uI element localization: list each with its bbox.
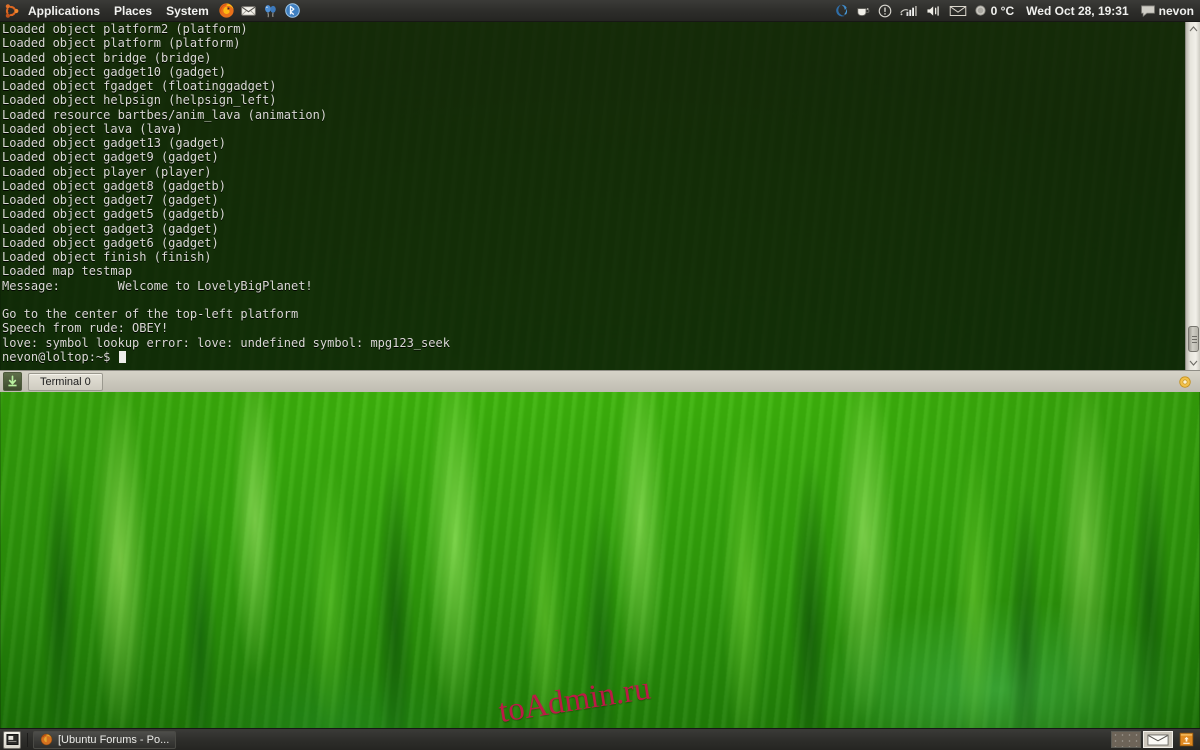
terminal-line: Loaded object gadget10 (gadget) (2, 65, 450, 79)
workspace-1[interactable] (1111, 731, 1141, 748)
wifi-signal-icon[interactable] (896, 0, 922, 22)
terminal-prompt-line: nevon@loltop:~$ (2, 350, 450, 364)
blue-b-icon[interactable] (282, 0, 304, 22)
terminal-line: Loaded object platform2 (platform) (2, 22, 450, 36)
terminal-line: Loaded object gadget7 (gadget) (2, 193, 450, 207)
ubuntu-logo-icon[interactable] (0, 0, 21, 22)
user-name-label[interactable]: nevon (1159, 4, 1200, 18)
menu-applications[interactable]: Applications (21, 0, 107, 22)
terminal-line: Go to the center of the top-left platfor… (2, 307, 450, 321)
terminal-line: Loaded object gadget13 (gadget) (2, 136, 450, 150)
window-button-firefox[interactable]: [Ubuntu Forums - Po... (33, 731, 176, 749)
terminal-line: Loaded object lava (lava) (2, 122, 450, 136)
terminal-line: Loaded resource bartbes/anim_lava (anima… (2, 108, 450, 122)
alert-circle-icon[interactable] (874, 0, 896, 22)
menu-places[interactable]: Places (107, 0, 159, 22)
chevron-up-icon[interactable] (1186, 22, 1200, 36)
terminal-line: Message: Welcome to LovelyBigPlanet! (2, 279, 450, 293)
terminal-line: love: symbol lookup error: love: undefin… (2, 336, 450, 350)
terminal-prompt: nevon@loltop:~$ (2, 350, 118, 364)
terminal-line: Loaded map testmap (2, 264, 450, 278)
terminal-line: Loaded object gadget6 (gadget) (2, 236, 450, 250)
terminal-line: Loaded object gadget8 (gadgetb) (2, 179, 450, 193)
speaker-volume-icon[interactable] (922, 0, 946, 22)
temperature-label: 0 °C (991, 4, 1018, 18)
terminal-line: Loaded object gadget5 (gadgetb) (2, 207, 450, 221)
trash-can-icon[interactable] (1177, 730, 1196, 749)
workspace-window-thumb (1147, 734, 1169, 746)
pidgin-balloons-icon[interactable] (260, 0, 282, 22)
shutter-spiral-icon[interactable] (830, 0, 852, 22)
terminal-tab-0[interactable]: Terminal 0 (28, 373, 103, 391)
coffee-cup-icon[interactable] (852, 0, 874, 22)
envelope-icon[interactable] (946, 0, 970, 22)
firefox-icon (40, 733, 53, 746)
add-tab-download-arrow-icon[interactable] (3, 372, 22, 391)
terminal-text: Loaded object platform2 (platform)Loaded… (2, 22, 450, 364)
guake-preferences-icon[interactable] (1177, 374, 1193, 390)
firefox-icon[interactable] (216, 0, 238, 22)
terminal-line: Loaded object finish (finish) (2, 250, 450, 264)
clock-label[interactable]: Wed Oct 28, 19:31 (1018, 4, 1137, 18)
bottom-panel: [Ubuntu Forums - Po... (0, 728, 1200, 750)
terminal-tab-label: Terminal 0 (40, 376, 91, 388)
show-desktop-icon[interactable] (3, 731, 21, 749)
top-panel: Applications Places System (0, 0, 1200, 22)
scrollbar-thumb[interactable] (1188, 326, 1199, 352)
terminal-line: Loaded object player (player) (2, 165, 450, 179)
workspace-switcher[interactable] (1111, 731, 1173, 748)
terminal-line: Loaded object helpsign (helpsign_left) (2, 93, 450, 107)
chat-bubble-icon[interactable] (1137, 0, 1159, 22)
terminal-tab-bar: Terminal 0 (0, 370, 1200, 392)
terminal-line: Loaded object platform (platform) (2, 36, 450, 50)
terminal-line: Speech from rude: OBEY! (2, 321, 450, 335)
terminal-output-area[interactable]: Loaded object platform2 (platform)Loaded… (0, 22, 1200, 370)
menu-system[interactable]: System (159, 0, 216, 22)
terminal-line: Loaded object gadget3 (gadget) (2, 222, 450, 236)
guake-terminal-window: Loaded object platform2 (platform)Loaded… (0, 22, 1200, 392)
terminal-cursor (119, 351, 126, 363)
thermometer-disc-icon[interactable] (970, 0, 991, 22)
mail-envelope-icon[interactable] (238, 0, 260, 22)
terminal-line: Loaded object fgadget (floatinggadget) (2, 79, 450, 93)
terminal-line (2, 293, 450, 307)
terminal-line: Loaded object gadget9 (gadget) (2, 150, 450, 164)
window-button-label: [Ubuntu Forums - Po... (58, 734, 169, 746)
chevron-down-icon[interactable] (1186, 356, 1200, 370)
workspace-2[interactable] (1143, 731, 1173, 748)
panel-separator (27, 733, 28, 747)
terminal-scrollbar[interactable] (1185, 22, 1200, 370)
terminal-line: Loaded object bridge (bridge) (2, 51, 450, 65)
